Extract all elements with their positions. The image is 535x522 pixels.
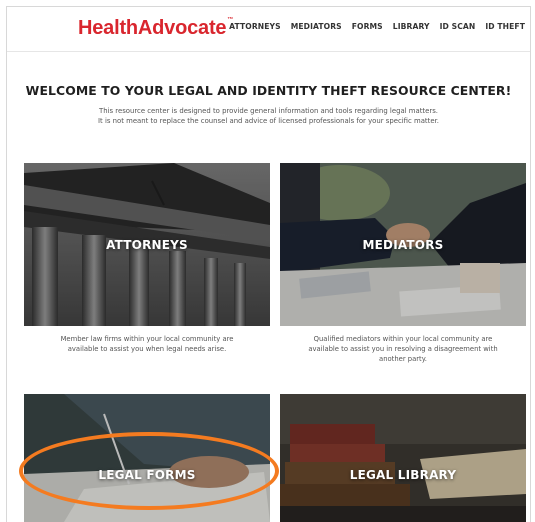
nav-id-scan[interactable]: ID SCAN (435, 22, 481, 31)
nav-forms[interactable]: FORMS (347, 22, 388, 31)
site-header: HealthAdvocate™ ATTORNEYS MEDIATORS FORM… (7, 7, 530, 52)
legal-library-tile[interactable]: LEGAL LIBRARY (280, 394, 526, 522)
nav-mediators[interactable]: MEDIATORS (286, 22, 347, 31)
intro-text: This resource center is designed to prov… (98, 107, 439, 125)
attorneys-tile-label: ATTORNEYS (106, 238, 188, 252)
health-advocate-logo[interactable]: HealthAdvocate™ (78, 17, 233, 40)
page-headline: WELCOME TO YOUR LEGAL AND IDENTITY THEFT… (25, 83, 512, 98)
legal-library-tile-label: LEGAL LIBRARY (349, 468, 457, 482)
mediators-tile-label: MEDIATORS (362, 238, 444, 252)
attorneys-tile[interactable]: ATTORNEYS (24, 163, 270, 326)
mediators-tile[interactable]: MEDIATORS (280, 163, 526, 326)
logo-text: HealthAdvocate (78, 17, 227, 39)
nav-id-theft[interactable]: ID THEFT (480, 22, 530, 31)
main-nav: ATTORNEYS MEDIATORS FORMS LIBRARY ID SCA… (224, 22, 530, 31)
nav-library[interactable]: LIBRARY (388, 22, 435, 31)
mediators-description: Qualified mediators within your local co… (308, 335, 498, 363)
attorneys-description: Member law firms within your local commu… (60, 335, 234, 353)
books-image (280, 394, 526, 522)
nav-attorneys[interactable]: ATTORNEYS (224, 22, 286, 31)
orange-highlight-circle (19, 432, 279, 510)
